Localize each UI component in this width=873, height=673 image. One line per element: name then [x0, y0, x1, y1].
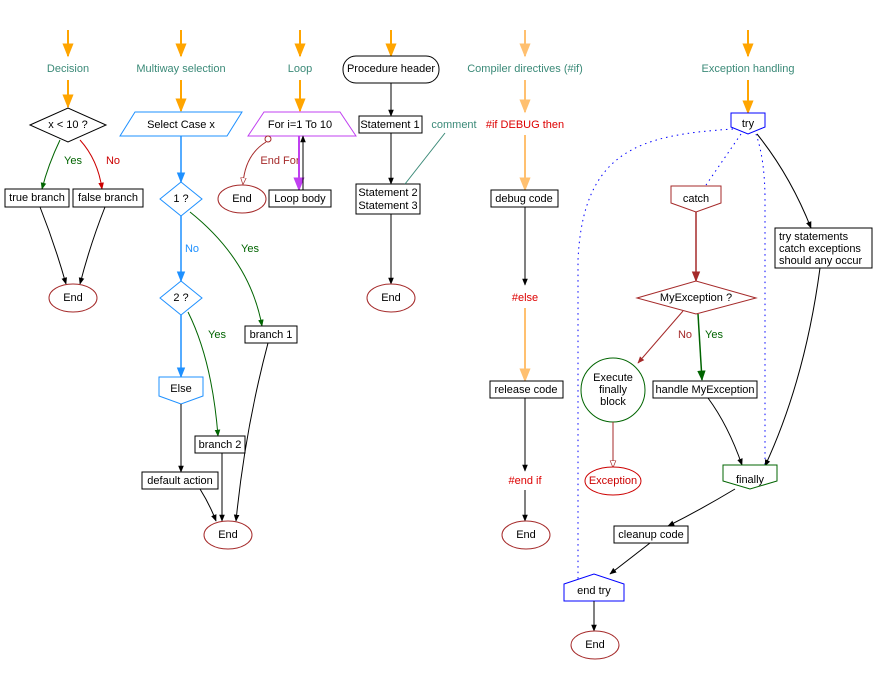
arrow: [609, 542, 651, 575]
end-label: End: [63, 292, 83, 304]
cleanup-code-label: cleanup code: [618, 529, 683, 541]
yes-label: Yes: [208, 329, 226, 341]
comment-label: comment: [431, 119, 476, 131]
loop-exit-dot: [264, 135, 272, 143]
statement3-label: Statement 3: [358, 200, 417, 212]
else-label: Else: [170, 383, 191, 395]
compiler-flow: Compiler directives (#if) #if DEBUG then…: [467, 30, 583, 550]
arrow: [233, 342, 269, 522]
decision-title: Decision: [47, 63, 89, 75]
catch-label: catch: [683, 193, 709, 205]
exception-flow: Exception handling try catch MyException…: [563, 30, 873, 660]
exception-title: Exception handling: [702, 63, 795, 75]
end-label: End: [516, 529, 536, 541]
end-label: End: [585, 639, 605, 651]
finally-label: finally: [736, 474, 765, 486]
decision-condition: x < 10 ?: [48, 119, 87, 131]
decision-flow: Decision x < 10 ? Yes No true branch fal…: [4, 30, 144, 313]
arrow: [707, 397, 743, 466]
branch2-label: branch 2: [199, 439, 242, 451]
yes-label: Yes: [64, 155, 82, 167]
arrow: [667, 488, 736, 527]
yes-arrow: [697, 313, 706, 382]
end-try-label: end try: [577, 585, 611, 597]
branch1-label: branch 1: [250, 329, 293, 341]
finally-block-line: finally: [599, 384, 628, 396]
try-label: try: [742, 118, 755, 130]
procedure-header-label: Procedure header: [347, 63, 435, 75]
no-label: No: [185, 243, 199, 255]
compiler-title: Compiler directives (#if): [467, 63, 583, 75]
yes-arrow: [189, 211, 264, 327]
myexception-label: MyException ?: [660, 292, 732, 304]
exception-label: Exception: [589, 475, 637, 487]
arrow: [764, 267, 821, 467]
case2-label: 2 ?: [173, 292, 188, 304]
handle-myexception-label: handle MyException: [655, 384, 754, 396]
statement1-label: Statement 1: [360, 119, 419, 131]
select-case-label: Select Case x: [147, 119, 215, 131]
no-arrow: [637, 310, 684, 364]
dotted-connector: [755, 133, 766, 465]
endif-directive: #end if: [508, 475, 542, 487]
multiway-flow: Multiway selection Select Case x 1 ? Yes…: [119, 30, 298, 550]
loop-body-label: Loop body: [274, 193, 326, 205]
arrow: [756, 133, 812, 229]
end-label: End: [232, 193, 252, 205]
finally-block-line: block: [600, 396, 626, 408]
multiway-title: Multiway selection: [136, 63, 225, 75]
false-branch-label: false branch: [78, 192, 138, 204]
arrow: [78, 206, 106, 285]
else-directive: #else: [512, 292, 538, 304]
if-directive: #if DEBUG then: [486, 119, 564, 131]
no-label: No: [106, 155, 120, 167]
try-statements-line: try statements: [779, 231, 849, 243]
dotted-connector: [705, 133, 742, 186]
yes-arrow: [40, 139, 61, 190]
end-label: End: [218, 529, 238, 541]
loop-title: Loop: [288, 63, 312, 75]
no-arrow: [79, 139, 104, 190]
end-label: End: [381, 292, 401, 304]
loop-header-label: For i=1 To 10: [268, 119, 332, 131]
statement2-label: Statement 2: [358, 187, 417, 199]
finally-block-line: Execute: [593, 372, 633, 384]
yes-label: Yes: [705, 329, 723, 341]
try-statements-line: catch exceptions: [779, 243, 861, 255]
yes-label: Yes: [241, 243, 259, 255]
case1-label: 1 ?: [173, 193, 188, 205]
debug-code-label: debug code: [495, 193, 553, 205]
flowchart-canvas: Decision x < 10 ? Yes No true branch fal…: [4, 30, 873, 660]
true-branch-label: true branch: [9, 192, 65, 204]
procedure-flow: Procedure header Statement 1 Statement 2…: [342, 30, 477, 313]
end-for-label: End For: [260, 155, 299, 167]
no-label: No: [678, 329, 692, 341]
comment-line: [404, 132, 446, 185]
release-code-label: release code: [495, 384, 558, 396]
arrow: [39, 206, 67, 285]
arrow: [199, 488, 217, 522]
try-statements-line: should any occur: [779, 255, 862, 267]
default-action-label: default action: [147, 475, 212, 487]
loop-flow: Loop For i=1 To 10 End For End Loop body: [217, 30, 357, 214]
